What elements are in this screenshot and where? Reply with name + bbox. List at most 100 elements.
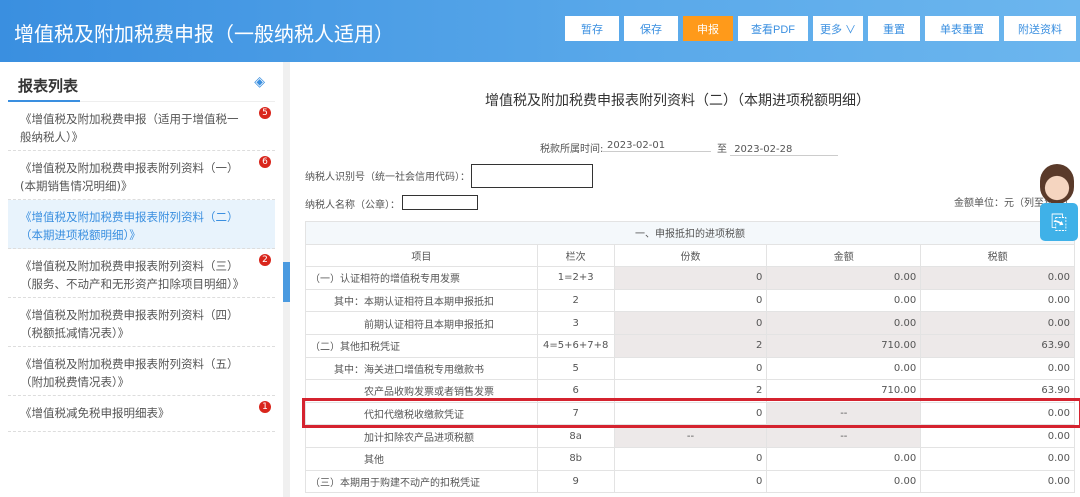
sidebar-item-schedule-3[interactable]: 《增值税及附加税费申报表附列资料（三）（服务、不动产和无形资产扣除项目明细）》 2 xyxy=(8,249,275,298)
taxpayer-name-input[interactable] xyxy=(402,195,478,210)
count-cell: 0 xyxy=(613,311,768,335)
count-cell[interactable]: 2 xyxy=(613,379,768,403)
amount-cell[interactable]: 710.00 xyxy=(766,379,922,403)
row-item-label: （一）认证相符的增值税专用发票 xyxy=(305,266,538,290)
table-row: 其中：本期认证相符且本期申报抵扣 2 0 0.00 0.00 xyxy=(305,288,1075,313)
error-badge: 5 xyxy=(259,107,271,119)
row-line-number: 6 xyxy=(536,379,615,403)
more-dropdown-button[interactable]: 更多 ∨ xyxy=(813,16,863,41)
count-cell[interactable]: 0 xyxy=(613,446,768,471)
layers-icon[interactable]: ◈ xyxy=(254,74,265,90)
col-header-item: 项目 xyxy=(305,243,538,268)
table-row: 前期认证相符且本期申报抵扣 3 0 0.00 0.00 xyxy=(305,311,1075,335)
col-header-line: 栏次 xyxy=(536,243,615,268)
row-line-number: 7 xyxy=(536,401,615,426)
row-item-label: 加计扣除农产品进项税额 xyxy=(305,424,538,448)
count-cell[interactable]: 0 xyxy=(613,469,768,494)
item-label: 《增值税及附加税费申报（适用于增值税一般纳税人）》 xyxy=(20,112,239,144)
scrollbar-thumb[interactable] xyxy=(283,262,290,302)
tax-cell[interactable]: 0.00 xyxy=(920,401,1075,426)
amount-cell: 0.00 xyxy=(766,311,922,335)
submit-button[interactable]: 申报 xyxy=(683,16,733,41)
amount-cell[interactable]: 0.00 xyxy=(766,356,922,381)
search-doc-icon[interactable]: ⎘ xyxy=(1040,203,1078,241)
error-badge: 1 xyxy=(259,401,271,413)
tax-cell[interactable]: 0.00 xyxy=(920,288,1075,313)
period-start-field[interactable]: 2023-02-01 xyxy=(603,140,711,152)
row-item-label: 农产品收购发票或者销售发票 xyxy=(305,379,538,403)
reset-button[interactable]: 重置 xyxy=(868,16,920,41)
save-button[interactable]: 保存 xyxy=(624,16,678,41)
item-label: 《增值税减免税申报明细表》 xyxy=(20,406,170,420)
count-cell: 2 xyxy=(613,333,768,358)
table-row: 农产品收购发票或者销售发票 6 2 710.00 63.90 xyxy=(305,379,1075,403)
sidebar-item-schedule-2[interactable]: 《增值税及附加税费申报表附列资料（二）（本期进项税额明细）》 xyxy=(8,200,275,249)
amount-cell: 0.00 xyxy=(766,266,922,290)
row-line-number: 9 xyxy=(536,469,615,494)
sidebar-item-exemption[interactable]: 《增值税减免税申报明细表》 1 xyxy=(8,396,275,432)
tax-cell[interactable]: 0.00 xyxy=(920,424,1075,448)
row-item-label: 其中：海关进口增值税专用缴款书 xyxy=(305,356,538,381)
count-cell[interactable]: 0 xyxy=(613,401,768,426)
section-title: 一、申报抵扣的进项税额 xyxy=(305,221,1075,245)
table-row: （二）其他扣税凭证 4=5+6+7+8 2 710.00 63.90 xyxy=(305,333,1075,358)
count-cell[interactable]: 0 xyxy=(613,288,768,313)
toolbar: 暂存 保存 申报 查看PDF 更多 ∨ 重置 单表重置 附送资料 xyxy=(565,16,1076,41)
item-label: 《增值税及附加税费申报表附列资料（四）（税额抵减情况表）》 xyxy=(20,308,239,340)
form-area: 增值税及附加税费申报表附列资料（二）（本期进项税额明细） 税款所属时间: 202… xyxy=(290,62,1080,497)
row-line-number: 5 xyxy=(536,356,615,381)
sidebar-item-main-form[interactable]: 《增值税及附加税费申报（适用于增值税一般纳税人）》 5 xyxy=(8,102,275,151)
taxpayer-id-label: 纳税人识别号（统一社会信用代码）： xyxy=(305,172,470,183)
item-label: 《增值税及附加税费申报表附列资料（二）（本期进项税额明细）》 xyxy=(20,210,239,242)
row-line-number: 8a xyxy=(536,424,615,448)
tax-cell[interactable]: 63.90 xyxy=(920,379,1075,403)
item-label: 《增值税及附加税费申报表附列资料（一）(本期销售情况明细)》 xyxy=(20,161,239,193)
count-cell: -- xyxy=(613,424,768,448)
row-line-number: 3 xyxy=(536,311,615,335)
table-row: 加计扣除农产品进项税额 8a -- -- 0.00 xyxy=(305,424,1075,448)
table-row: 其中：海关进口增值税专用缴款书 5 0 0.00 0.00 xyxy=(305,356,1075,381)
row-item-label: 前期认证相符且本期申报抵扣 xyxy=(305,311,538,335)
attachments-button[interactable]: 附送资料 xyxy=(1004,16,1076,41)
sidebar-item-schedule-1[interactable]: 《增值税及附加税费申报表附列资料（一）(本期销售情况明细)》 6 xyxy=(8,151,275,200)
amount-cell[interactable]: 0.00 xyxy=(766,469,922,494)
row-line-number: 1=2+3 xyxy=(536,266,615,290)
assistant-avatar-icon[interactable] xyxy=(1040,164,1074,204)
row-item-label: 其他 xyxy=(305,446,538,471)
period-label: 税款所属时间: xyxy=(540,144,604,155)
input-tax-table: 一、申报抵扣的进项税额 项目 栏次 份数 金额 税额 （一）认证相符的增值税专用… xyxy=(305,221,1075,494)
row-item-label: （三）本期用于购建不动产的扣税凭证 xyxy=(305,469,538,494)
amount-cell[interactable]: 0.00 xyxy=(766,446,922,471)
count-cell[interactable]: 0 xyxy=(613,356,768,381)
error-badge: 2 xyxy=(259,254,271,266)
period-end-field[interactable]: 2023-02-28 xyxy=(730,144,839,156)
amount-cell: 710.00 xyxy=(766,333,922,358)
item-label: 《增值税及附加税费申报表附列资料（五）（附加税费情况表）》 xyxy=(20,357,239,389)
table-row: 其他 8b 0 0.00 0.00 xyxy=(305,446,1075,471)
temp-save-button[interactable]: 暂存 xyxy=(565,16,619,41)
app-title: 增值税及附加税费申报（一般纳税人适用） xyxy=(14,22,394,46)
taxpayer-name-label: 纳税人名称（公章）： xyxy=(305,200,400,211)
row-line-number: 2 xyxy=(536,288,615,313)
period-to-label: 至 xyxy=(717,144,727,155)
form-title: 增值税及附加税费申报表附列资料（二）（本期进项税额明细） xyxy=(485,93,870,109)
tax-cell: 0.00 xyxy=(920,266,1075,290)
report-list-sidebar: 报表列表 ◈ 《增值税及附加税费申报（适用于增值税一般纳税人）》 5 《增值税及附加… xyxy=(0,62,283,497)
error-badge: 6 xyxy=(259,156,271,168)
row-item-label: 代扣代缴税收缴款凭证 xyxy=(305,401,538,426)
row-line-number: 8b xyxy=(536,446,615,471)
tax-cell[interactable]: 0.00 xyxy=(920,469,1075,494)
taxpayer-id-input[interactable] xyxy=(471,164,593,188)
row-item-label: （二）其他扣税凭证 xyxy=(305,333,538,358)
sidebar-item-schedule-5[interactable]: 《增值税及附加税费申报表附列资料（五）（附加税费情况表）》 xyxy=(8,347,275,396)
sidebar-scrollbar[interactable] xyxy=(283,62,290,497)
view-pdf-button[interactable]: 查看PDF xyxy=(738,16,808,41)
tax-cell[interactable]: 0.00 xyxy=(920,356,1075,381)
sidebar-item-schedule-4[interactable]: 《增值税及附加税费申报表附列资料（四）（税额抵减情况表）》 xyxy=(8,298,275,347)
count-cell: 0 xyxy=(613,266,768,290)
row-line-number: 4=5+6+7+8 xyxy=(536,333,615,358)
col-header-amount: 金额 xyxy=(766,243,922,268)
reset-form-button[interactable]: 单表重置 xyxy=(925,16,999,41)
tax-cell[interactable]: 0.00 xyxy=(920,446,1075,471)
amount-cell[interactable]: 0.00 xyxy=(766,288,922,313)
